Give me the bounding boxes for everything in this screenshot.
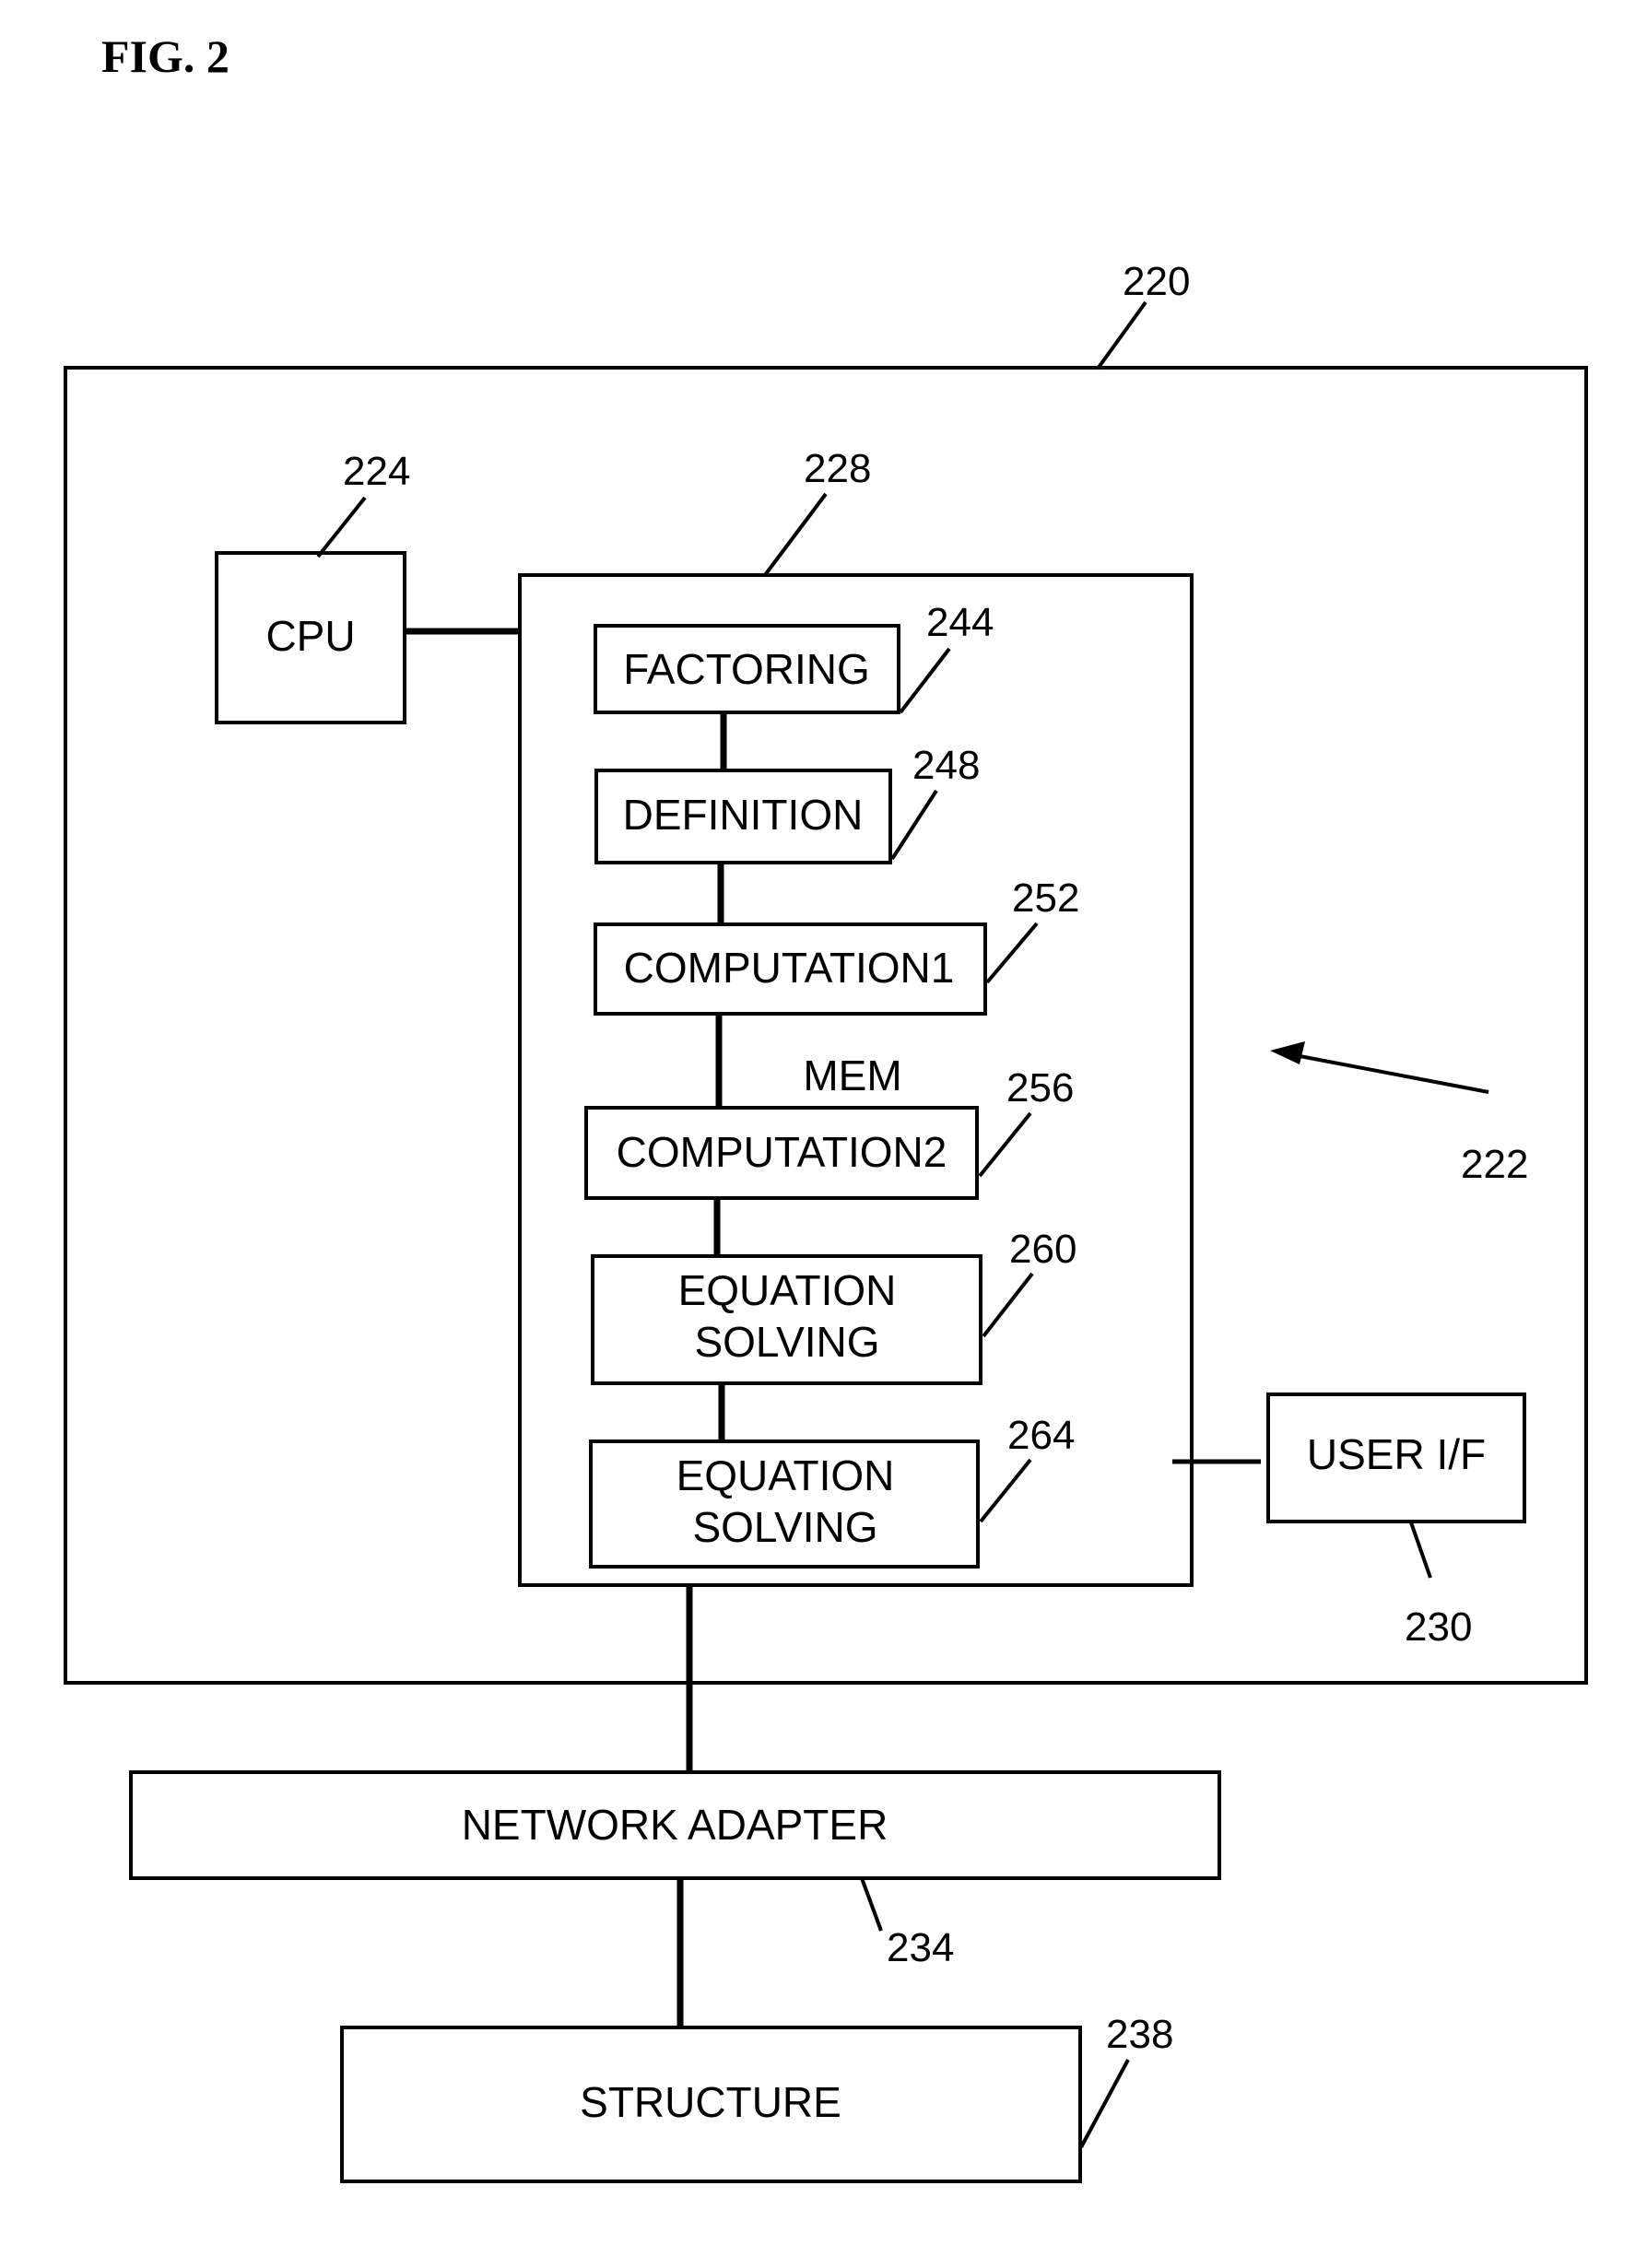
user-interface-block: USER I/F 230 (1172, 1393, 1526, 1650)
module-definition: DEFINITION 248 (594, 743, 980, 864)
module-factoring: FACTORING 244 (594, 600, 994, 714)
module-equation-solving-1-ref: 260 (1009, 1227, 1076, 1272)
module-equation-solving-2-line1: EQUATION (676, 1451, 895, 1499)
module-computation2-label: COMPUTATION2 (617, 1128, 947, 1176)
module-computation1-leader (985, 922, 1039, 984)
system-ref: 220 (1123, 259, 1190, 304)
structure-label: STRUCTURE (580, 2078, 841, 2126)
cpu-block: CPU 224 (215, 449, 410, 724)
memory-label: MEM (803, 1052, 901, 1099)
structure-ref: 238 (1106, 2012, 1173, 2057)
network-adapter-label: NETWORK ADAPTER (462, 1801, 888, 1849)
arrow-222-ref: 222 (1461, 1142, 1528, 1187)
user-interface-label: USER I/F (1307, 1430, 1486, 1478)
module-definition-ref: 248 (912, 743, 980, 788)
patent-figure: FIG. 2 220 CPU 224 228 MEM FACTORING 244… (64, 30, 1588, 2183)
cpu-leader-line (316, 496, 367, 558)
network-adapter-leader (860, 1877, 883, 1932)
memory-leader-line (763, 492, 828, 577)
module-definition-leader (890, 789, 938, 861)
module-equation-solving-2: EQUATION SOLVING 264 (589, 1413, 1075, 1569)
structure-leader (1079, 2059, 1130, 2148)
user-interface-leader (1409, 1522, 1432, 1579)
module-computation2-leader (978, 1111, 1032, 1178)
structure-block: STRUCTURE 238 (340, 2012, 1173, 2183)
module-equation-solving-1-line1: EQUATION (678, 1266, 897, 1314)
system-leader-line (1096, 300, 1147, 370)
module-equation-solving-1-line2: SOLVING (694, 1318, 879, 1366)
memory-ref: 228 (804, 446, 871, 491)
network-adapter-block: NETWORK ADAPTER 234 (129, 1770, 1221, 1970)
module-factoring-leader (899, 647, 951, 714)
module-equation-solving-1: EQUATION SOLVING 260 (591, 1227, 1076, 1385)
module-equation-solving-2-line2: SOLVING (692, 1503, 877, 1551)
module-computation1: COMPUTATION1 252 (594, 875, 1079, 1016)
network-adapter-ref: 234 (887, 1925, 954, 1970)
module-computation2-ref: 256 (1006, 1065, 1074, 1110)
arrow-222-head (1270, 1041, 1305, 1064)
module-equation-solving-2-ref: 264 (1007, 1413, 1075, 1458)
module-computation1-ref: 252 (1012, 875, 1079, 921)
cpu-ref: 224 (343, 449, 410, 494)
module-computation1-label: COMPUTATION1 (624, 944, 955, 992)
arrow-222-shaft (1294, 1053, 1489, 1094)
cpu-label: CPU (265, 612, 355, 660)
module-equation-solving-1-leader (982, 1272, 1034, 1338)
system-arrow-222: 222 (1270, 1041, 1528, 1187)
user-interface-ref: 230 (1405, 1604, 1472, 1650)
figure-title: FIG. 2 (101, 30, 229, 82)
module-equation-solving-2-leader (979, 1458, 1032, 1523)
module-factoring-label: FACTORING (623, 645, 870, 693)
module-definition-label: DEFINITION (623, 791, 864, 839)
module-factoring-ref: 244 (926, 600, 994, 645)
